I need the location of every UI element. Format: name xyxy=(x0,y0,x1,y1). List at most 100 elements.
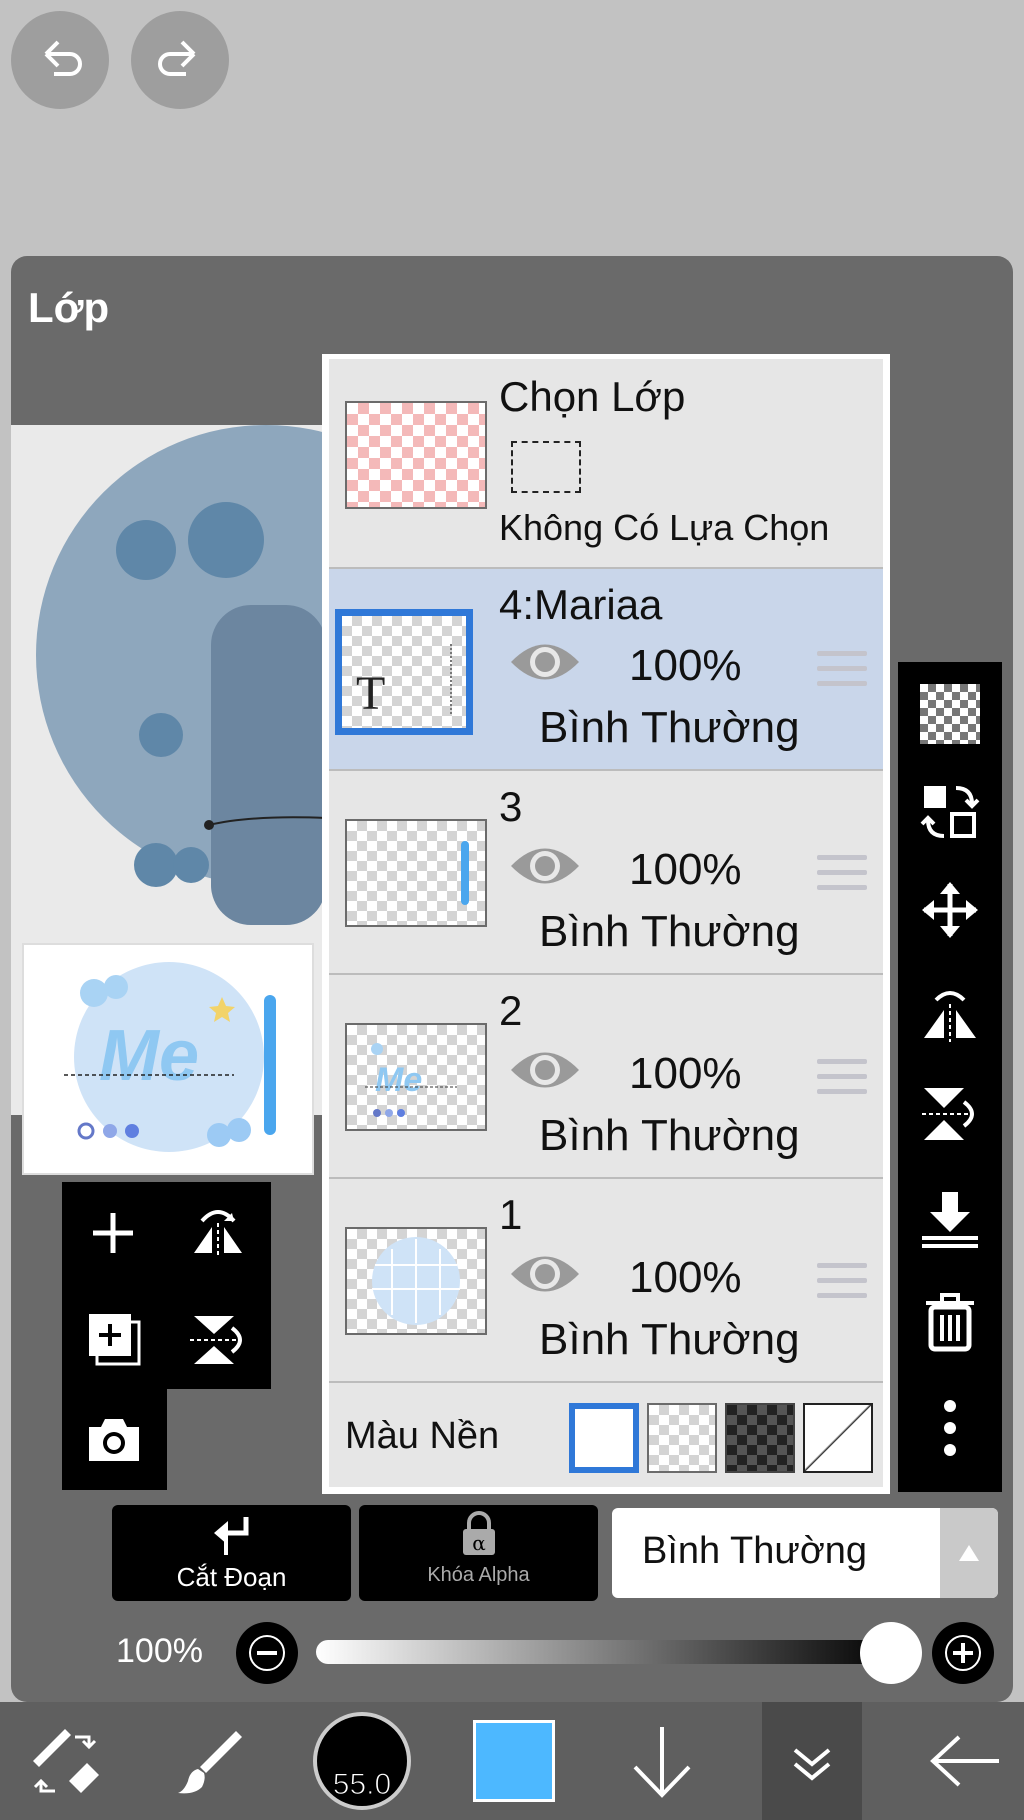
current-color-swatch xyxy=(473,1720,555,1802)
layer-panel-toggle-button[interactable] xyxy=(762,1702,862,1820)
flip-layer-vertical-button[interactable] xyxy=(920,1084,980,1144)
flip-vertical-icon xyxy=(190,1316,242,1364)
double-chevron-down-icon xyxy=(793,1748,831,1781)
move-button[interactable] xyxy=(920,880,980,940)
visibility-toggle[interactable] xyxy=(509,841,581,896)
blend-mode-dropdown-button[interactable] xyxy=(940,1508,998,1598)
flip-horizontal-button[interactable] xyxy=(188,1205,248,1266)
svg-text:α: α xyxy=(472,1531,486,1555)
merge-down-icon xyxy=(922,1192,978,1248)
opacity-slider-track[interactable] xyxy=(316,1640,896,1664)
svg-text:Me: Me xyxy=(99,1016,199,1096)
layer-row[interactable]: 1 100% Bình Thường xyxy=(329,1179,883,1383)
brush-size-value: 55.0 xyxy=(332,1768,392,1802)
layer-thumbnail xyxy=(345,819,487,927)
background-dark-option[interactable] xyxy=(725,1403,795,1473)
plus-icon xyxy=(93,1213,133,1253)
brush-icon xyxy=(178,1731,242,1794)
redo-icon xyxy=(158,40,196,76)
opacity-label: 100% xyxy=(116,1632,203,1670)
selection-layer-row[interactable]: Chọn Lớp Không Có Lựa Chọn xyxy=(329,359,883,569)
eye-icon xyxy=(511,848,579,884)
bottom-toolbar: 55.0 xyxy=(0,1702,1024,1820)
navigator-artwork: Me xyxy=(64,962,276,1152)
layer-down-button[interactable] xyxy=(612,1702,712,1820)
text-layer-icon: T xyxy=(356,667,386,720)
visibility-toggle[interactable] xyxy=(509,637,581,692)
drag-handle[interactable] xyxy=(817,1059,867,1104)
tool-switch-button[interactable] xyxy=(10,1702,120,1820)
visibility-toggle[interactable] xyxy=(509,1249,581,1304)
canvas-navigator[interactable]: Me xyxy=(22,943,314,1175)
drag-handle[interactable] xyxy=(817,1263,867,1308)
layer-blend-mode: Bình Thường xyxy=(539,1111,800,1160)
trash-icon xyxy=(926,1293,974,1352)
layer-opacity: 100% xyxy=(629,1049,742,1098)
right-toolbar xyxy=(898,662,1002,1492)
layer-opacity: 100% xyxy=(629,641,742,690)
layer-row[interactable]: 3 100% Bình Thường xyxy=(329,771,883,975)
camera-button[interactable] xyxy=(85,1415,143,1470)
layer-name: 3 xyxy=(499,783,523,830)
clipping-label: Cắt Đoạn xyxy=(176,1562,287,1592)
panel-title: Lớp xyxy=(28,284,110,331)
undo-button[interactable] xyxy=(11,11,109,109)
drag-handle[interactable] xyxy=(817,855,867,900)
merge-down-button[interactable] xyxy=(920,1190,980,1250)
checker-icon xyxy=(920,684,980,744)
more-options-button[interactable] xyxy=(920,1398,980,1458)
more-vertical-icon xyxy=(944,1400,956,1456)
eye-icon xyxy=(511,1256,579,1292)
layer-row[interactable]: T 4:Mariaa 100% Bình Thường xyxy=(329,569,883,771)
eye-icon xyxy=(511,1052,579,1088)
blend-mode-value: Bình Thường xyxy=(642,1530,868,1572)
triangle-up-icon xyxy=(959,1545,979,1561)
color-picker-button[interactable] xyxy=(464,1702,564,1820)
opacity-slider-thumb[interactable] xyxy=(860,1622,922,1684)
brush-eraser-swap-icon xyxy=(33,1729,99,1793)
layer-opacity: 100% xyxy=(629,1253,742,1302)
selection-subtitle: Không Có Lựa Chọn xyxy=(499,507,830,548)
opacity-increase-button[interactable] xyxy=(932,1622,994,1684)
background-none-option[interactable] xyxy=(803,1403,873,1473)
layer-thumbnail: T xyxy=(335,609,473,735)
background-label: Màu Nền xyxy=(345,1415,500,1457)
alpha-lock-button[interactable]: α Khóa Alpha xyxy=(359,1505,598,1601)
new-transparent-layer-button[interactable] xyxy=(920,684,980,744)
background-color-row: Màu Nền xyxy=(329,1383,883,1487)
layer-name: 1 xyxy=(499,1191,523,1238)
brush-size-button[interactable]: 55.0 xyxy=(306,1702,418,1820)
flip-layer-horizontal-button[interactable] xyxy=(920,984,980,1044)
add-layer-button[interactable] xyxy=(85,1205,141,1266)
move-icon xyxy=(922,882,978,938)
duplicate-layer-button[interactable] xyxy=(85,1310,145,1375)
layer-blend-mode: Bình Thường xyxy=(539,907,800,956)
back-button[interactable] xyxy=(910,1702,1020,1820)
drag-handle[interactable] xyxy=(817,651,867,696)
layer-name: 4:Mariaa xyxy=(499,581,663,628)
clip-arrow-icon xyxy=(213,1517,248,1555)
layer-row[interactable]: Me 2 100% Bình Thường xyxy=(329,975,883,1179)
flip-vertical-button[interactable] xyxy=(188,1310,248,1375)
layer-name: 2 xyxy=(499,987,523,1034)
selection-thumbnail xyxy=(345,401,487,509)
swap-layer-button[interactable] xyxy=(920,782,980,842)
layer-list: Chọn Lớp Không Có Lựa Chọn T 4:Mariaa 10… xyxy=(322,354,890,1494)
clipping-button[interactable]: Cắt Đoạn xyxy=(112,1505,351,1601)
selection-marquee-icon xyxy=(511,441,581,493)
visibility-toggle[interactable] xyxy=(509,1045,581,1100)
delete-layer-button[interactable] xyxy=(920,1292,980,1352)
background-white-option[interactable] xyxy=(569,1403,639,1473)
background-transparent-option[interactable] xyxy=(647,1403,717,1473)
arrow-down-icon xyxy=(633,1727,691,1798)
layer-blend-mode: Bình Thường xyxy=(539,703,800,752)
flip-horizontal-icon xyxy=(924,991,976,1042)
opacity-decrease-button[interactable] xyxy=(236,1622,298,1684)
layer-thumbnail xyxy=(345,1227,487,1335)
redo-button[interactable] xyxy=(131,11,229,109)
brush-tool-button[interactable] xyxy=(160,1702,260,1820)
camera-icon xyxy=(89,1419,139,1461)
blend-mode-select[interactable]: Bình Thường xyxy=(612,1508,998,1598)
layer-opacity: 100% xyxy=(629,845,742,894)
flip-horizontal-icon xyxy=(194,1210,242,1257)
